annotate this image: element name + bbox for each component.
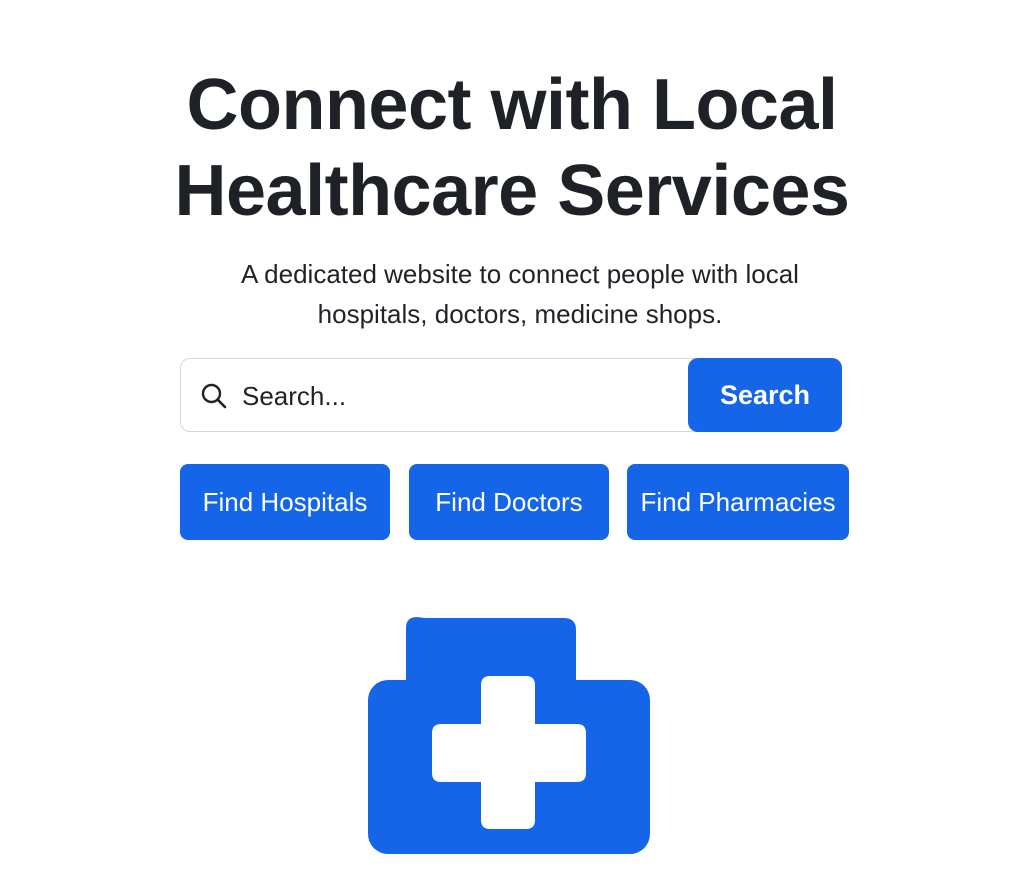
find-doctors-button[interactable]: Find Doctors (409, 464, 609, 540)
page-subtitle: A dedicated website to connect people wi… (241, 259, 799, 329)
search-icon (201, 383, 227, 409)
page-title-line-2: Healthcare Services (174, 151, 850, 231)
page-title-line-1: Connect with Local (186, 65, 838, 145)
find-pharmacies-button[interactable]: Find Pharmacies (627, 464, 849, 540)
find-hospitals-button[interactable]: Find Hospitals (180, 464, 390, 540)
page-title: Connect with Local Healthcare Services (0, 62, 1024, 234)
medical-kit-icon (368, 617, 650, 854)
search-input[interactable] (242, 374, 672, 418)
search-button[interactable]: Search (688, 358, 842, 432)
